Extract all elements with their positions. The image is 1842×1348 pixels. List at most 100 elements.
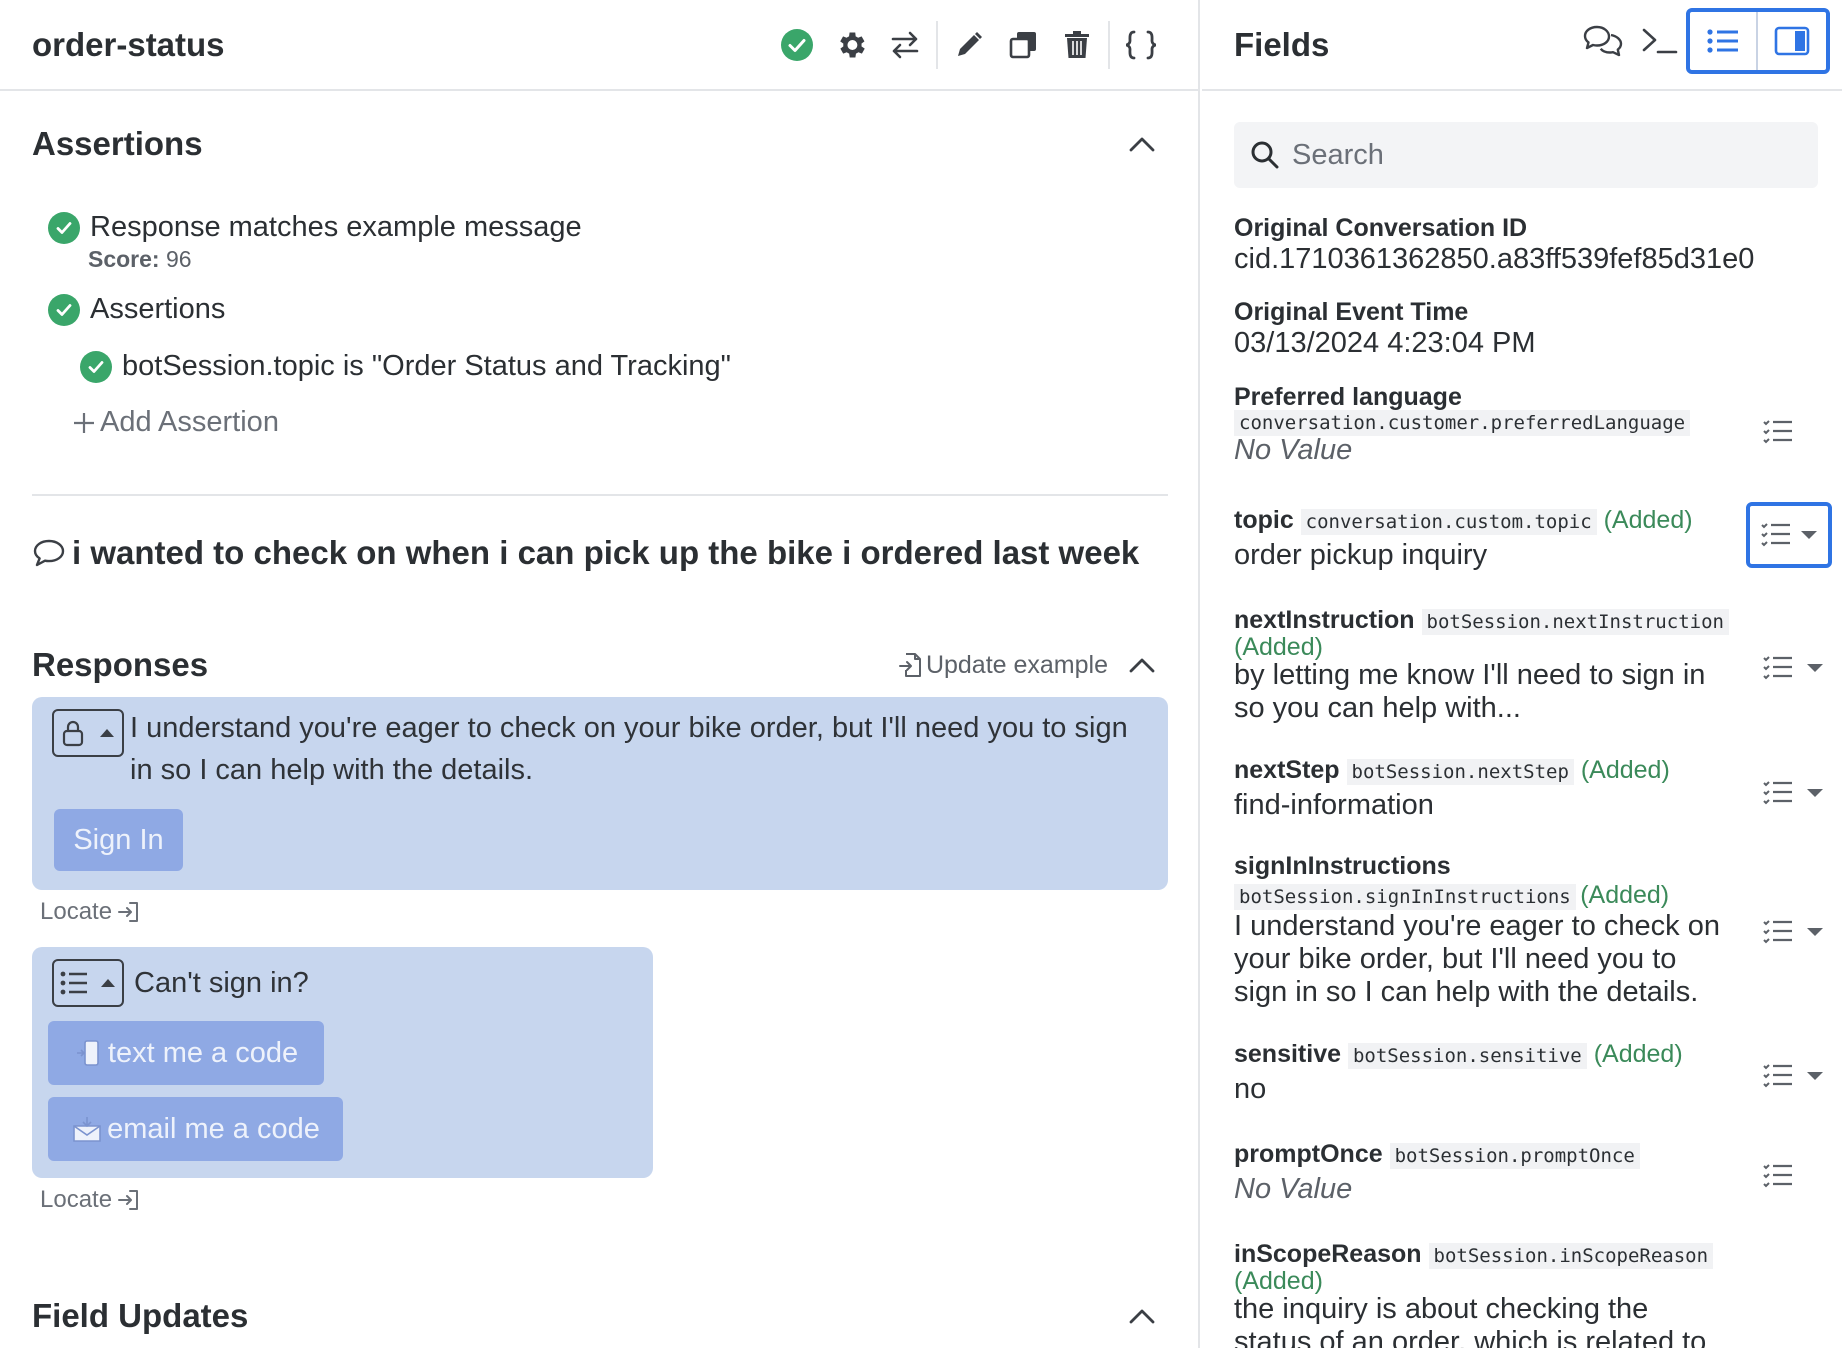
field-heading: topic conversation.custom.topic (Added): [1234, 506, 1794, 535]
field-heading: promptOnce botSession.promptOnce: [1234, 1140, 1794, 1169]
side-panel-view-icon[interactable]: [1758, 12, 1826, 70]
update-example-label: Update example: [925, 650, 1108, 679]
email-me-a-code-label: email me a code: [107, 1112, 320, 1145]
field-actions: [1762, 418, 1794, 446]
field-item: Preferred language conversation.customer…: [1234, 383, 1794, 467]
check-icon: [48, 211, 80, 244]
field-label: signInInstructions: [1234, 852, 1451, 880]
toolbar-divider: [1108, 20, 1110, 69]
field-label: Preferred language: [1234, 383, 1462, 411]
search-icon: [1251, 141, 1279, 169]
search-input[interactable]: [1292, 138, 1772, 172]
field-status: (Added): [1603, 506, 1693, 534]
field-value-line: your bike order, but I'll need you to: [1234, 943, 1677, 975]
field-label: Original Conversation ID: [1234, 214, 1528, 242]
json-braces-icon[interactable]: [1114, 18, 1168, 72]
mobile-phone-icon: [76, 1040, 99, 1066]
assertion-item: Response matches example message Score: …: [48, 211, 582, 273]
assertions-header: Assertions: [0, 124, 1198, 164]
locate-label: Locate: [40, 898, 113, 925]
list-view-icon[interactable]: [1690, 12, 1758, 70]
caret-down-icon[interactable]: [1806, 787, 1824, 799]
trash-icon[interactable]: [1050, 18, 1104, 72]
checklist-icon[interactable]: [1762, 918, 1794, 946]
check-icon: [80, 350, 112, 383]
field-value: find-information: [1234, 789, 1434, 821]
checklist-icon: [1761, 523, 1790, 547]
field-updates-header: Field Updates: [0, 1296, 1198, 1336]
list-menu-toggle[interactable]: [52, 959, 124, 1007]
field-path: botSession.signInInstructions: [1234, 884, 1576, 910]
caret-down-icon[interactable]: [1806, 926, 1824, 938]
locate-link[interactable]: Locate: [40, 1186, 140, 1214]
field-label: Original Event Time: [1234, 298, 1469, 326]
responses-header: Responses Update example: [0, 645, 1198, 685]
field-actions: [1762, 1062, 1824, 1090]
field-value-line: by letting me know I'll need to sign in: [1234, 659, 1706, 691]
update-example-button[interactable]: Update example: [898, 651, 1108, 680]
response-text: Can't sign in?: [134, 967, 309, 999]
field-actions: [1762, 918, 1824, 946]
checklist-icon[interactable]: [1762, 418, 1794, 446]
swap-arrows-icon[interactable]: [878, 18, 932, 72]
lock-icon: [62, 720, 83, 747]
conversation-icon[interactable]: [1572, 14, 1634, 68]
fields-pane: Fields Original Conversation ID cid.1: [1202, 0, 1842, 1348]
field-value-line: I understand you're eager to check on: [1234, 910, 1720, 942]
header-bar: order-status: [0, 0, 1198, 91]
user-message-text: i wanted to check on when i can pick up …: [72, 534, 1140, 571]
field-actions-selected[interactable]: [1746, 502, 1832, 568]
field-value: no: [1234, 1073, 1267, 1105]
terminal-icon[interactable]: [1634, 14, 1686, 68]
assertions-title: Assertions: [32, 125, 203, 162]
field-actions: [1762, 779, 1824, 807]
field-path: conversation.custom.topic: [1300, 509, 1597, 535]
checklist-icon[interactable]: [1762, 779, 1794, 807]
field-heading: sensitive botSession.sensitive (Added): [1234, 1040, 1794, 1069]
caret-down-icon: [1801, 531, 1817, 539]
checklist-icon[interactable]: [1762, 1062, 1794, 1090]
field-value-line: the inquiry is about checking the: [1234, 1293, 1649, 1325]
gear-icon[interactable]: [824, 18, 878, 72]
field-value-line: sign in so I can help with the details.: [1234, 976, 1699, 1008]
sign-in-arrow-icon: [118, 902, 139, 922]
field-item: nextInstruction botSession.nextInstructi…: [1234, 606, 1794, 725]
text-me-a-code-button[interactable]: text me a code: [48, 1021, 324, 1085]
speech-bubble-icon: [33, 539, 65, 567]
assertion-score: Score: 96: [88, 246, 582, 273]
file-import-icon: [898, 653, 921, 677]
field-item: sensitive botSession.sensitive (Added) n…: [1234, 1040, 1794, 1106]
checklist-icon[interactable]: [1762, 654, 1794, 682]
field-actions: [1762, 1162, 1794, 1190]
field-path: botSession.promptOnce: [1389, 1143, 1640, 1169]
responses-title: Responses: [32, 646, 209, 683]
collapse-responses-chevron-up-icon[interactable]: [1122, 645, 1162, 685]
locate-link[interactable]: Locate: [40, 898, 140, 926]
locate-label: Locate: [40, 1186, 113, 1213]
response-card: Can't sign in? text me a code email me a…: [32, 947, 653, 1178]
section-divider: [32, 494, 1168, 496]
sign-in-button[interactable]: Sign In: [54, 809, 183, 871]
field-status: (Added): [1234, 633, 1323, 661]
lock-menu-toggle[interactable]: [52, 709, 124, 757]
status-ok-icon[interactable]: [770, 18, 824, 72]
field-value: No Value: [1234, 434, 1353, 466]
checklist-icon[interactable]: [1762, 1162, 1794, 1190]
email-me-a-code-button[interactable]: email me a code: [48, 1097, 343, 1161]
duplicate-icon[interactable]: [996, 18, 1050, 72]
field-updates-title: Field Updates: [32, 1297, 249, 1334]
add-assertion-button[interactable]: Add Assertion: [72, 406, 279, 439]
field-label: nextInstruction: [1234, 606, 1415, 634]
text-me-a-code-label: text me a code: [107, 1036, 299, 1069]
collapse-field-updates-chevron-up-icon[interactable]: [1122, 1296, 1162, 1336]
caret-down-icon[interactable]: [1806, 662, 1824, 674]
list-icon: [60, 971, 87, 995]
assertion-label: Response matches example message: [90, 211, 582, 243]
envelope-icon: [73, 1117, 101, 1142]
pencil-icon[interactable]: [942, 18, 996, 72]
caret-down-icon[interactable]: [1806, 1070, 1824, 1082]
field-status: (Added): [1234, 1267, 1323, 1295]
assertion-item: Assertions: [48, 293, 225, 326]
fields-toolbar: [1572, 8, 1830, 74]
collapse-assertions-chevron-up-icon[interactable]: [1122, 124, 1162, 164]
